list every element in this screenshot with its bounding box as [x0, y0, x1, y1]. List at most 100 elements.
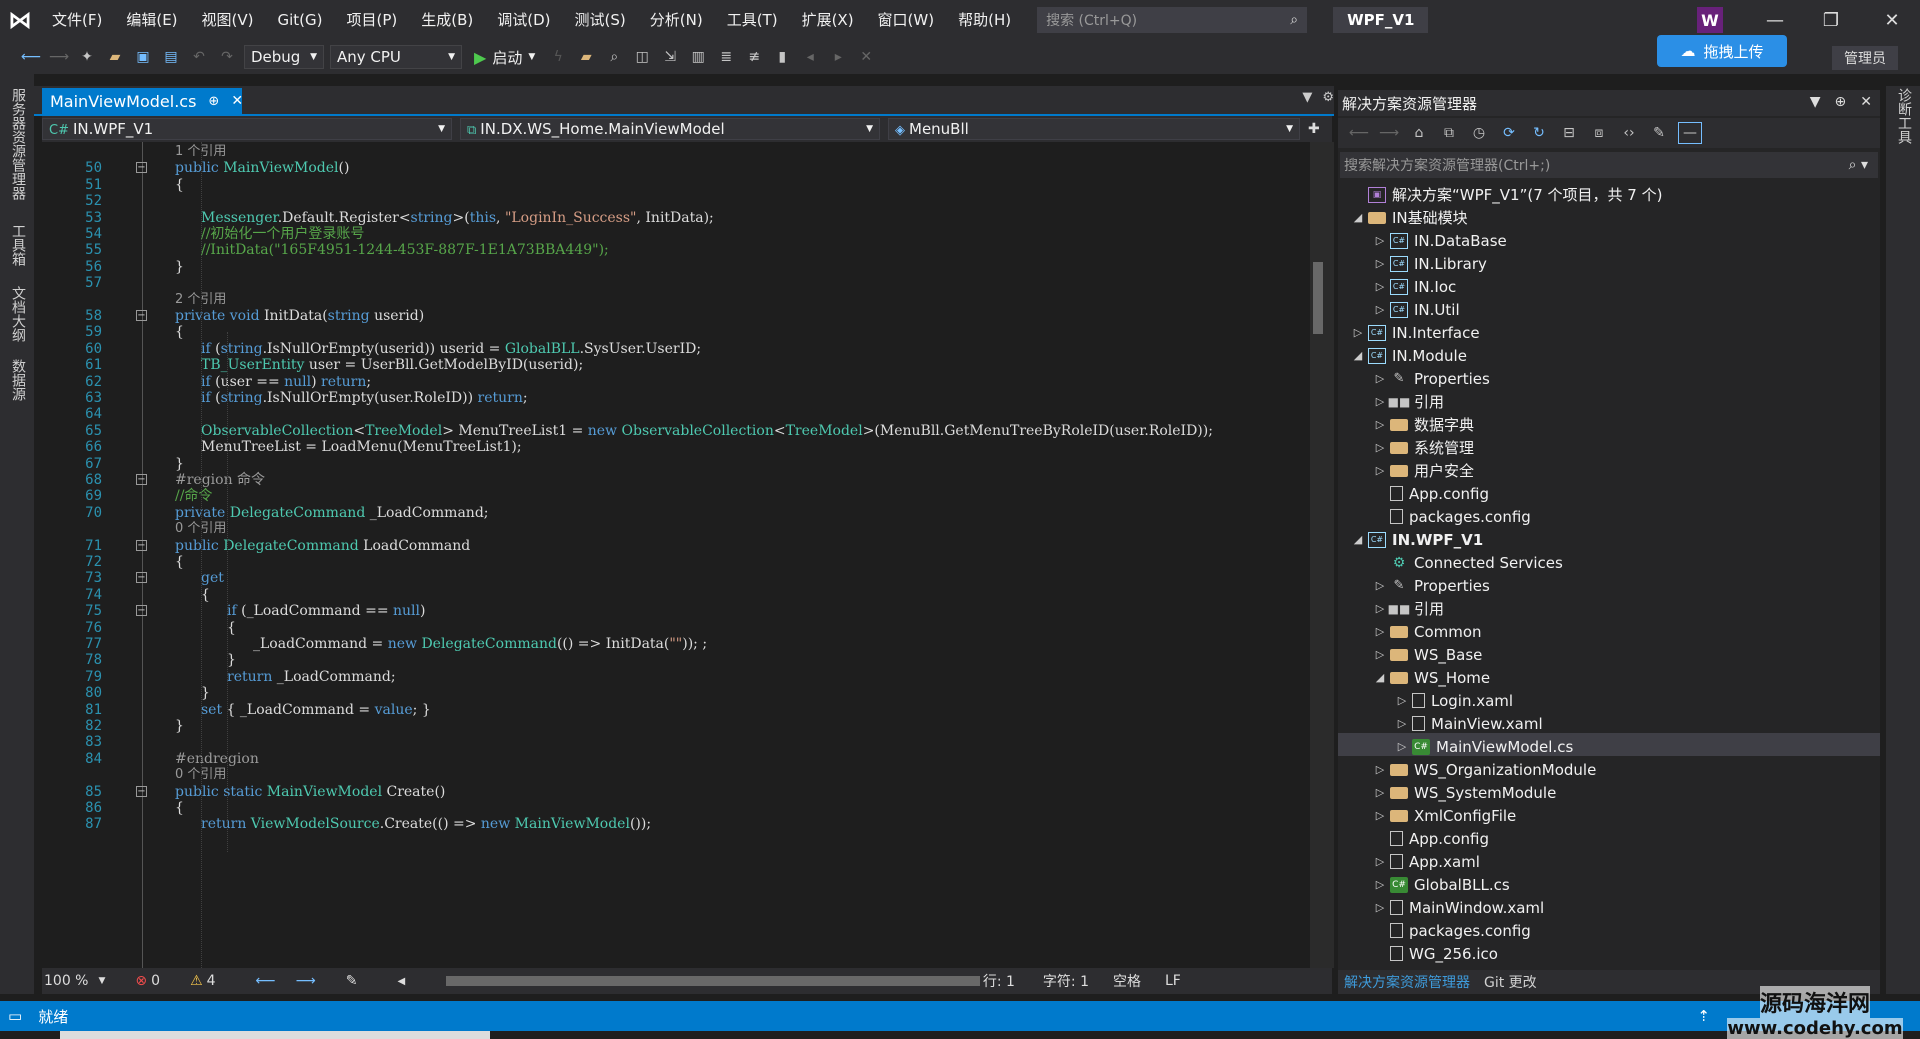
forward-icon[interactable]: ⟶: [296, 973, 316, 989]
diagnostic-tools-tab[interactable]: 诊断工具: [1894, 88, 1914, 144]
close-icon[interactable]: ✕: [231, 93, 243, 109]
code-line[interactable]: TB_UserEntity user = UserBll.GetModelByI…: [201, 356, 583, 374]
code-line[interactable]: return ViewModelSource.Create(() => new …: [201, 815, 651, 833]
code-line[interactable]: #endregion: [175, 750, 259, 768]
collapsed-arrow-icon[interactable]: ▷: [1372, 441, 1388, 454]
new-project-icon[interactable]: ✦: [76, 46, 98, 68]
spacing-indicator[interactable]: 空格: [1113, 971, 1141, 991]
expanded-arrow-icon[interactable]: ◢: [1350, 211, 1366, 224]
tree-item[interactable]: ▷ ✎ Properties: [1372, 367, 1490, 390]
code-line[interactable]: }: [175, 258, 184, 276]
user-avatar[interactable]: W: [1697, 7, 1723, 33]
tree-item[interactable]: ▷ C# IN.Interface: [1350, 321, 1480, 344]
collapsed-arrow-icon[interactable]: ▷: [1350, 326, 1366, 339]
menu-item[interactable]: 生成(B): [409, 0, 485, 40]
expanded-arrow-icon[interactable]: ◢: [1350, 349, 1366, 362]
horizontal-scroll-thumb[interactable]: [446, 976, 980, 986]
tree-item[interactable]: ▷ C# IN.Library: [1372, 252, 1487, 275]
code-line[interactable]: if (_LoadCommand == null): [227, 602, 425, 620]
expanded-arrow-icon[interactable]: ◢: [1350, 533, 1366, 546]
code-line[interactable]: //InitData("165F4951-1244-453F-887F-1E1A…: [201, 241, 609, 259]
menu-item[interactable]: Git(G): [266, 0, 335, 40]
switch-view-icon[interactable]: ⧉: [1438, 122, 1460, 144]
code-line[interactable]: public DelegateCommand LoadCommand: [175, 537, 470, 555]
restore-icon[interactable]: ❐: [1803, 0, 1859, 40]
collapsed-arrow-icon[interactable]: ▷: [1372, 786, 1388, 799]
tree-item[interactable]: ▷ XmlConfigFile: [1372, 804, 1517, 827]
next-bookmark-icon[interactable]: ▸: [827, 46, 849, 68]
start-debug-button[interactable]: ▶ 启动 ▼: [474, 47, 535, 68]
code-line[interactable]: MenuTreeList = LoadMenu(MenuTreeList1);: [201, 438, 522, 456]
collapsed-arrow-icon[interactable]: ▷: [1372, 257, 1388, 270]
tree-item[interactable]: App.config: [1372, 482, 1489, 505]
tree-item[interactable]: packages.config: [1372, 919, 1531, 942]
code-editor[interactable]: 1 个引用 50− public MainViewModel() 51{52 53 Mes…: [42, 142, 1310, 968]
brush-icon[interactable]: ✎: [346, 973, 358, 989]
error-count[interactable]: ⊗ 0: [135, 973, 160, 989]
collapse-icon[interactable]: −: [136, 162, 147, 174]
code-line[interactable]: //初始化一个用户登录账号: [201, 225, 364, 243]
close-icon[interactable]: ✕: [1860, 94, 1872, 110]
collapsed-arrow-icon[interactable]: ▷: [1372, 234, 1388, 247]
code-line[interactable]: {: [175, 553, 184, 571]
collapsed-arrow-icon[interactable]: ▷: [1394, 740, 1410, 753]
collapsed-arrow-icon[interactable]: ▷: [1394, 694, 1410, 707]
collapsed-arrow-icon[interactable]: ▷: [1372, 648, 1388, 661]
collapse-all-icon[interactable]: ⊟: [1558, 122, 1580, 144]
tree-item[interactable]: ▷ C# IN.Ioc: [1372, 275, 1457, 298]
wrench-icon[interactable]: ✎: [1648, 122, 1670, 144]
collapsed-arrow-icon[interactable]: ▷: [1372, 602, 1388, 615]
collapsed-arrow-icon[interactable]: ▷: [1372, 418, 1388, 431]
collapsed-arrow-icon[interactable]: ▷: [1372, 372, 1388, 385]
code-line[interactable]: #region 命令: [175, 471, 265, 489]
fire-icon[interactable]: ϟ: [547, 46, 569, 68]
tree-item[interactable]: ◢ IN基础模块: [1350, 206, 1468, 229]
forward-icon[interactable]: ⟶: [48, 46, 70, 68]
tree-item[interactable]: ▷ ■■ 引用: [1372, 597, 1444, 620]
code-line[interactable]: {: [175, 323, 184, 341]
screenshot-icon[interactable]: ◫: [631, 46, 653, 68]
preview-icon[interactable]: —: [1678, 122, 1702, 144]
menu-item[interactable]: 窗口(W): [866, 0, 947, 40]
upload-button[interactable]: ☁ 拖拽上传: [1657, 35, 1787, 67]
code-line[interactable]: ObservableCollection<TreeModel> MenuTree…: [201, 422, 1213, 440]
tree-item[interactable]: ▷ MainView.xaml: [1394, 712, 1543, 735]
redo-icon[interactable]: ↷: [216, 46, 238, 68]
menu-item[interactable]: 调试(D): [485, 0, 562, 40]
menu-item[interactable]: 工具(T): [715, 0, 790, 40]
tab-solution-explorer[interactable]: 解决方案资源管理器: [1344, 972, 1470, 992]
back-icon[interactable]: ⟵: [20, 46, 42, 68]
save-icon[interactable]: ▣: [132, 46, 154, 68]
collapse-icon[interactable]: −: [136, 785, 147, 797]
indent-icon[interactable]: ≣: [715, 46, 737, 68]
collapsed-arrow-icon[interactable]: ▷: [1372, 395, 1388, 408]
tree-item[interactable]: ▷ WS_SystemModule: [1372, 781, 1557, 804]
open-folder-icon[interactable]: ▰: [104, 46, 126, 68]
code-line[interactable]: }: [227, 651, 236, 669]
collapse-icon[interactable]: −: [136, 605, 147, 617]
code-line[interactable]: }: [201, 684, 210, 702]
member-dropdown[interactable]: ◈ MenuBll ▼: [888, 118, 1300, 140]
tree-item[interactable]: ▷ WS_OrganizationModule: [1372, 758, 1597, 781]
split-icon[interactable]: ✚: [1308, 121, 1320, 137]
menu-item[interactable]: 扩展(X): [790, 0, 866, 40]
tree-item[interactable]: ◢ WS_Home: [1372, 666, 1490, 689]
tree-item[interactable]: ▷ ■■ 引用: [1372, 390, 1444, 413]
publish-icon[interactable]: ⇡: [1697, 1007, 1710, 1025]
pin-icon[interactable]: ⊕: [1835, 94, 1847, 110]
tree-item[interactable]: ▷ App.xaml: [1372, 850, 1480, 873]
code-line[interactable]: if (string.IsNullOrEmpty(userid)) userid…: [201, 340, 701, 358]
outdent-icon[interactable]: ≢: [743, 46, 765, 68]
code-line[interactable]: }: [175, 455, 184, 473]
code-line[interactable]: set { _LoadCommand = value; }: [201, 701, 431, 719]
tree-item[interactable]: ▣ 解决方案“WPF_V1”(7 个项目，共 7 个): [1350, 183, 1662, 206]
home-icon[interactable]: ⌂: [1408, 122, 1430, 144]
tree-item[interactable]: ▷ Login.xaml: [1394, 689, 1513, 712]
warning-count[interactable]: ⚠ 4: [190, 973, 215, 989]
sync-icon[interactable]: ⟳: [1498, 122, 1520, 144]
tree-item[interactable]: ◢ C# IN.Module: [1350, 344, 1467, 367]
gear-icon[interactable]: ⚙: [1322, 90, 1334, 105]
menu-item[interactable]: 测试(S): [563, 0, 638, 40]
collapse-icon[interactable]: −: [136, 474, 147, 485]
collapsed-arrow-icon[interactable]: ▷: [1372, 280, 1388, 293]
